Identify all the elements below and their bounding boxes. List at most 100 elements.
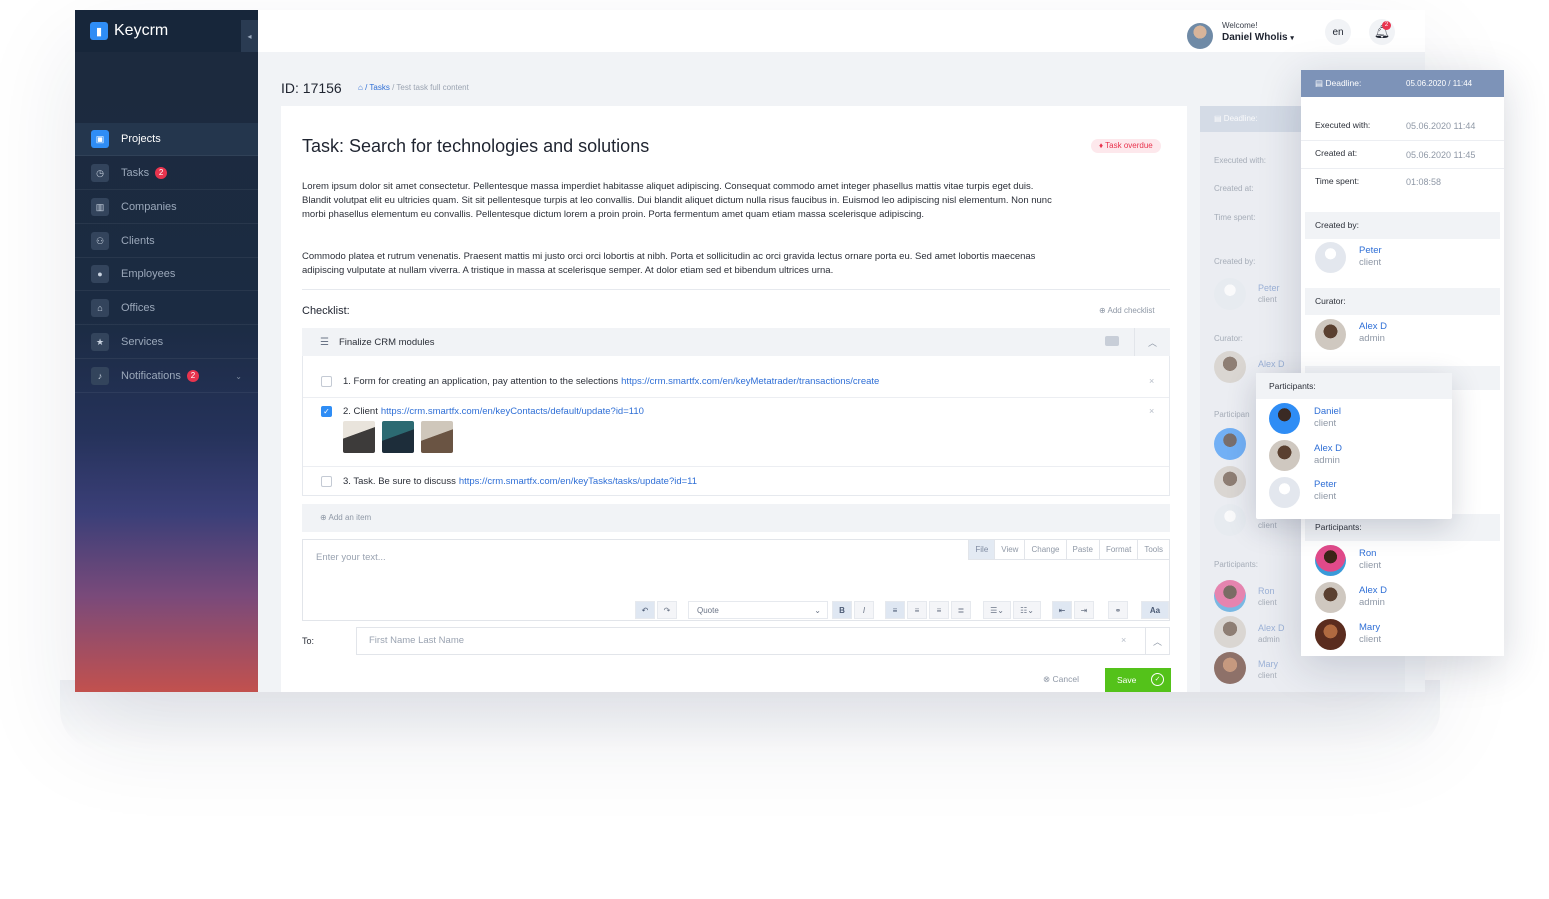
to-label: To:	[302, 636, 315, 646]
sidebar-item-tasks[interactable]: ◷ Tasks 2	[75, 157, 258, 190]
breadcrumb-tasks-link[interactable]: / Tasks	[365, 83, 390, 92]
delete-checklist-icon[interactable]	[1105, 336, 1119, 346]
recipient-input[interactable]: First Name Last Name	[356, 627, 1146, 655]
participant-option-name[interactable]: Daniel	[1314, 406, 1341, 417]
divider	[303, 397, 1169, 398]
calendar-icon: ▤	[1315, 78, 1324, 88]
bell-icon: ♪	[91, 367, 109, 385]
link-icon[interactable]: ⚭	[1108, 601, 1128, 619]
editor-menu-paste[interactable]: Paste	[1065, 540, 1099, 560]
add-checklist-button[interactable]: ⊕ Add checklist	[1099, 306, 1155, 315]
font-size-icon[interactable]: Aa	[1141, 601, 1169, 619]
align-justify-icon[interactable]: ≣	[951, 601, 971, 619]
add-item-button[interactable]: ⊕ Add an item	[302, 504, 1170, 532]
block-format-select[interactable]: Quote ⌄	[688, 601, 828, 619]
cancel-button[interactable]: ⊗ Cancel	[1043, 674, 1079, 685]
attachment-thumbnail[interactable]	[382, 421, 414, 453]
remove-item-icon[interactable]: ×	[1149, 406, 1154, 416]
save-button[interactable]: Save ✓	[1105, 668, 1171, 692]
participant-option-role: client	[1314, 418, 1337, 429]
logo-icon: ▮	[90, 22, 108, 40]
participant-name[interactable]: Ron	[1359, 548, 1376, 559]
user-avatar[interactable]	[1187, 23, 1213, 49]
home-icon[interactable]: ⌂	[358, 83, 363, 92]
editor-menu-tools[interactable]: Tools	[1137, 540, 1169, 560]
editor-menu-file[interactable]: File	[968, 540, 995, 560]
clear-icon[interactable]: ×	[1121, 635, 1126, 645]
editor-menu-change[interactable]: Change	[1024, 540, 1066, 560]
bold-icon[interactable]: B	[832, 601, 852, 619]
participant-name[interactable]: Alex D	[1258, 623, 1285, 633]
align-left-icon[interactable]: ≡	[885, 601, 905, 619]
checklist-item-link[interactable]: https://crm.smartfx.com/en/keyMetatrader…	[621, 376, 879, 387]
align-right-icon[interactable]: ≡	[929, 601, 949, 619]
sidebar-item-label: Offices	[121, 302, 156, 314]
sidebar-item-offices[interactable]: ⌂ Offices	[75, 292, 258, 325]
sidebar-item-label: Projects	[121, 133, 161, 145]
sidebar-item-clients[interactable]: ⚇ Clients	[75, 225, 258, 258]
user-menu[interactable]: Daniel Wholis ▾	[1222, 32, 1294, 43]
outdent-icon[interactable]: ⇥	[1074, 601, 1094, 619]
editor-placeholder: Enter your text...	[316, 552, 386, 563]
chevron-down-icon[interactable]: ⌄	[235, 372, 242, 381]
created-label: Created at:	[1214, 184, 1254, 193]
sidebar-item-notifications[interactable]: ♪ Notifications 2 ⌄	[75, 360, 258, 393]
sidebar-item-companies[interactable]: ▥ Companies	[75, 191, 258, 224]
indent-icon[interactable]: ⇤	[1052, 601, 1072, 619]
star-icon: ★	[91, 333, 109, 351]
attachment-thumbnail[interactable]	[421, 421, 453, 453]
checklist-item-link[interactable]: https://crm.smartfx.com/en/keyTasks/task…	[459, 476, 697, 487]
remove-item-icon[interactable]: ×	[1149, 376, 1154, 386]
checklist-checkbox[interactable]	[321, 476, 332, 487]
notifications-count-badge: 2	[186, 370, 199, 382]
curator-name[interactable]: Alex D	[1258, 359, 1285, 369]
checklist-item: 3. Task. Be sure to discuss https://crm.…	[321, 476, 697, 487]
checklist-item-text: 3. Task. Be sure to discuss	[343, 476, 456, 487]
numbered-list-icon[interactable]: ☷⌄	[1013, 601, 1041, 619]
rich-text-editor[interactable]: Enter your text... File View Change Past…	[302, 539, 1170, 621]
sidebar-collapse-button[interactable]: ◂	[241, 20, 258, 52]
participant-name[interactable]: Ron	[1258, 586, 1275, 596]
align-center-icon[interactable]: ≡	[907, 601, 927, 619]
alert-icon: ♦	[1099, 141, 1104, 150]
curator-role: admin	[1359, 333, 1385, 344]
created-value: 05.06.2020 11:45	[1406, 150, 1476, 160]
created-by-label: Created by:	[1305, 212, 1500, 239]
sidebar-item-services[interactable]: ★ Services	[75, 326, 258, 359]
creator-name[interactable]: Peter	[1359, 245, 1382, 256]
italic-icon[interactable]: I	[854, 601, 874, 619]
language-switch[interactable]: en	[1325, 19, 1351, 45]
sidebar-item-projects[interactable]: ▣ Projects	[75, 123, 258, 156]
sidebar-item-employees[interactable]: ● Employees	[75, 258, 258, 291]
participant-name[interactable]: Alex D	[1359, 585, 1387, 596]
checklist-checkbox-checked[interactable]: ✓	[321, 406, 332, 417]
participant-option-name[interactable]: Peter	[1314, 479, 1337, 490]
curator-name[interactable]: Alex D	[1359, 321, 1387, 332]
avatar	[1315, 619, 1346, 650]
app-logo[interactable]: ▮ Keycrm	[75, 10, 258, 52]
chevron-up-icon[interactable]: ︿	[1134, 328, 1170, 356]
notification-badge: 2	[1382, 21, 1391, 30]
participant-option-name[interactable]: Alex D	[1314, 443, 1342, 454]
avatar	[1214, 580, 1246, 612]
status-badge: ♦ Task overdue	[1091, 139, 1161, 153]
participants-label: Participants:	[1214, 560, 1259, 569]
editor-menu-format[interactable]: Format	[1098, 540, 1138, 560]
checklist-item-link[interactable]: https://crm.smartfx.com/en/keyContacts/d…	[381, 406, 644, 417]
building-icon: ▥	[91, 198, 109, 216]
undo-icon[interactable]: ↶	[635, 601, 655, 619]
username: Daniel Wholis	[1222, 32, 1288, 43]
sidebar-item-label: Companies	[121, 201, 177, 213]
bullet-list-icon[interactable]: ☰⌄	[983, 601, 1011, 619]
avatar	[1214, 466, 1246, 498]
checklist-group-header: ☰ Finalize CRM modules	[302, 328, 1170, 356]
redo-icon[interactable]: ↷	[657, 601, 677, 619]
creator-name[interactable]: Peter	[1258, 283, 1280, 293]
editor-menu-view[interactable]: View	[994, 540, 1025, 560]
chevron-up-icon[interactable]: ︿	[1146, 627, 1170, 655]
participant-name[interactable]: Mary	[1258, 659, 1278, 669]
sidebar-item-label: Employees	[121, 268, 176, 280]
checklist-checkbox[interactable]	[321, 376, 332, 387]
participant-name[interactable]: Mary	[1359, 622, 1380, 633]
attachment-thumbnail[interactable]	[343, 421, 375, 453]
